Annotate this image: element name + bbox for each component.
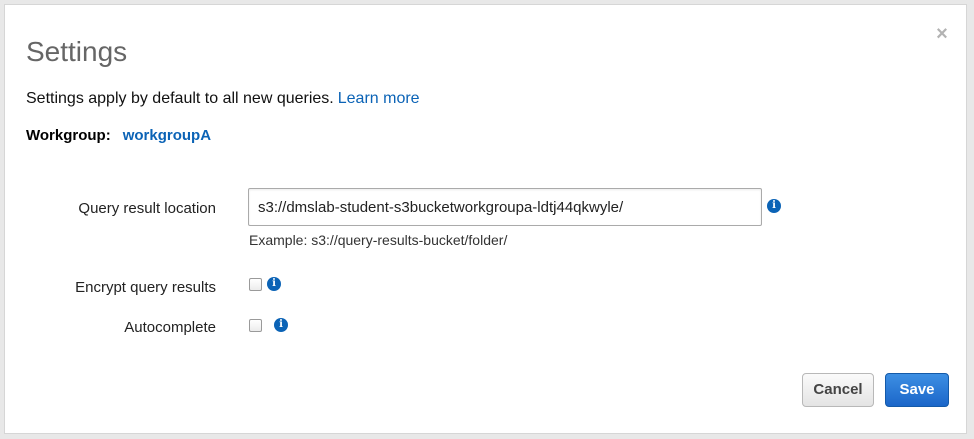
autocomplete-label: Autocomplete — [124, 319, 216, 336]
workgroup-row: Workgroup: workgroupA — [26, 126, 211, 146]
query-result-location-hint: Example: s3://query-results-bucket/folde… — [249, 232, 508, 248]
workgroup-label: Workgroup: — [26, 127, 111, 144]
cancel-button[interactable]: Cancel — [802, 373, 874, 407]
encrypt-query-results-label: Encrypt query results — [75, 279, 216, 296]
settings-dialog: × Settings Settings apply by default to … — [4, 4, 967, 434]
save-button[interactable]: Save — [885, 373, 949, 407]
dialog-description: Settings apply by default to all new que… — [26, 89, 420, 109]
info-icon[interactable]: i — [767, 199, 781, 213]
encrypt-query-results-checkbox[interactable] — [249, 278, 262, 291]
dialog-title: Settings — [26, 36, 128, 67]
info-icon[interactable]: i — [274, 318, 288, 332]
info-icon[interactable]: i — [267, 277, 281, 291]
autocomplete-checkbox[interactable] — [249, 319, 262, 332]
query-result-location-input[interactable] — [248, 188, 762, 226]
close-icon[interactable]: × — [934, 24, 950, 44]
learn-more-link[interactable]: Learn more — [338, 90, 420, 107]
query-result-location-label: Query result location — [78, 200, 216, 217]
workgroup-link[interactable]: workgroupA — [123, 127, 211, 144]
description-text: Settings apply by default to all new que… — [26, 90, 334, 107]
